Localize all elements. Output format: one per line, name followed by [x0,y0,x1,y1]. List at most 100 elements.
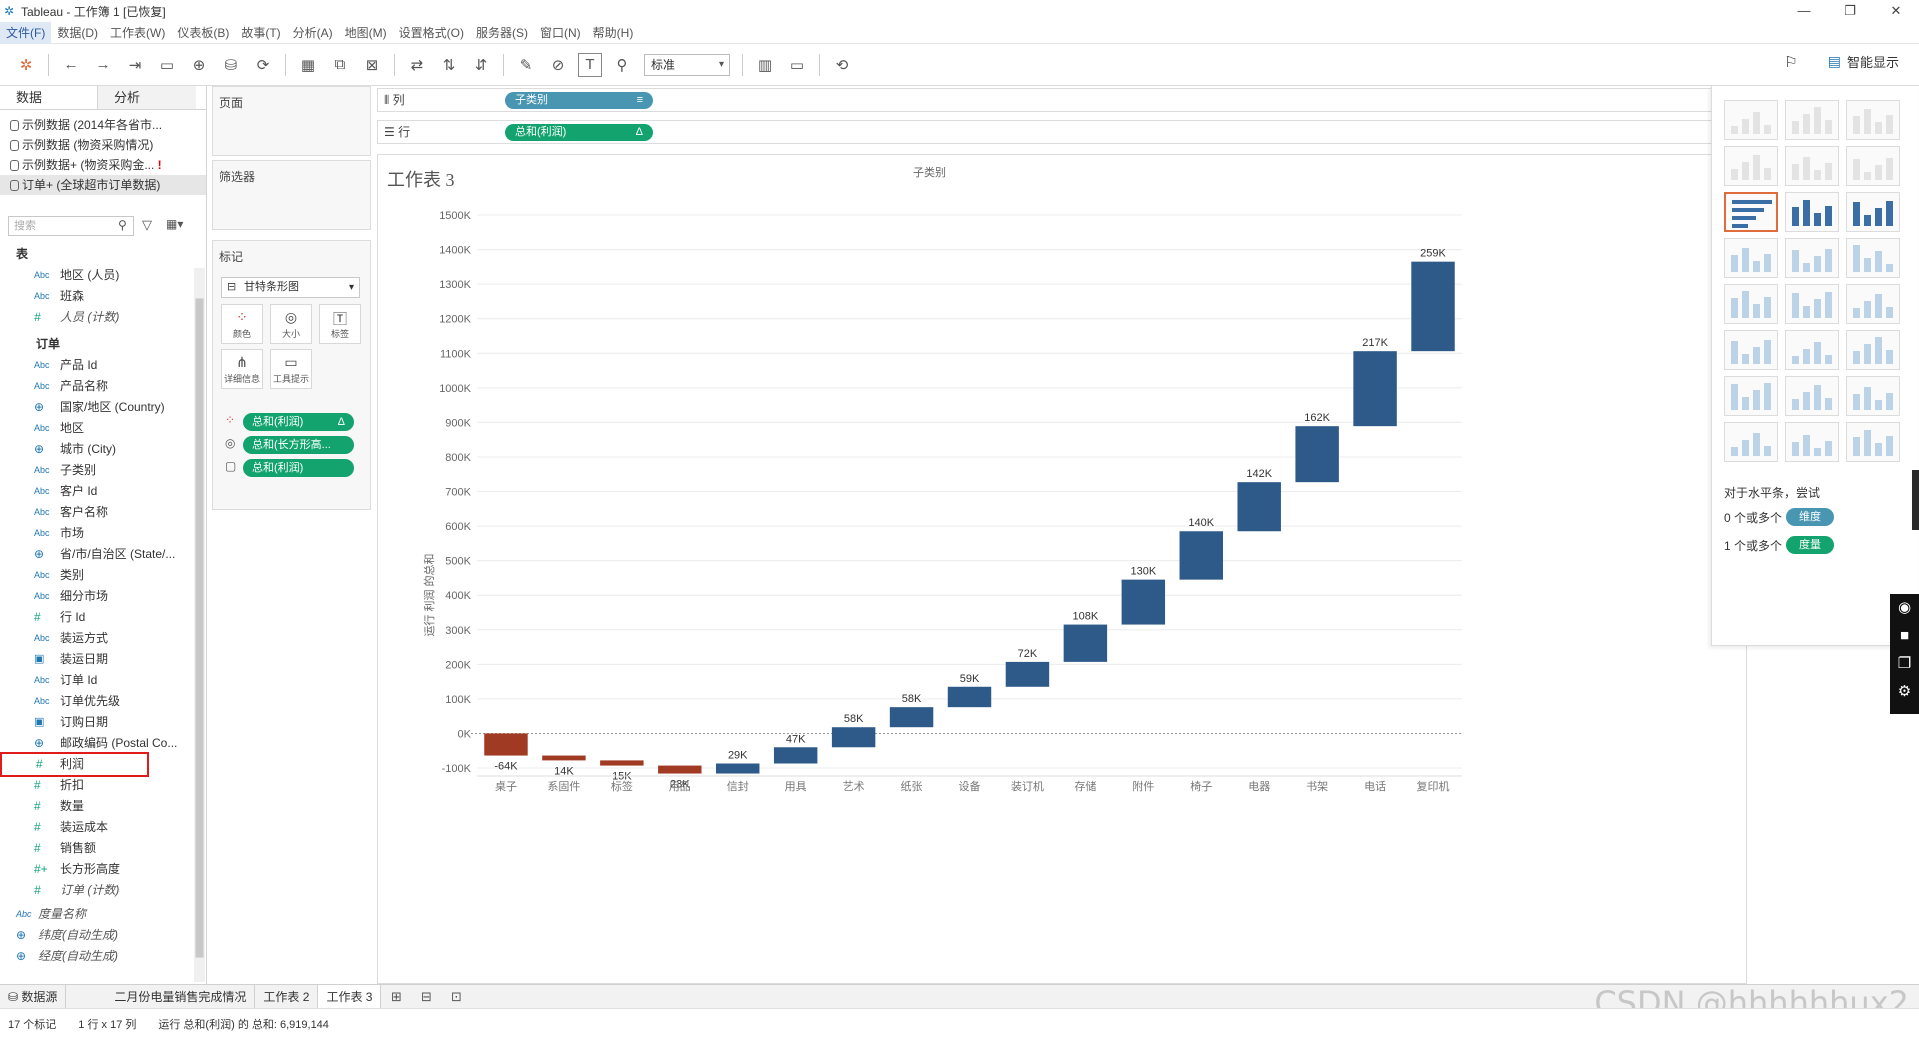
smart-show-button[interactable]: ⚐ ▤ 智能显示 [1784,52,1899,71]
show-me-chart-option[interactable] [1785,238,1839,278]
show-me-chart-option[interactable] [1724,100,1778,140]
menu-help[interactable]: 帮助(H) [587,22,640,44]
show-me-chart-option[interactable] [1846,146,1900,186]
field-item[interactable]: Abc 产品 Id [0,355,194,376]
mark-pill-label[interactable]: 总和(利润) [243,459,354,477]
show-me-chart-option[interactable] [1846,422,1900,462]
menu-analysis[interactable]: 分析(A) [287,22,339,44]
datasource-item[interactable]: 示例数据 (2014年各省市... [0,115,206,135]
menu-data[interactable]: 数据(D) [51,22,104,44]
field-item[interactable]: Abc 订单优先级 [0,691,194,712]
show-me-chart-option[interactable] [1785,100,1839,140]
minimize-icon[interactable]: — [1781,0,1827,22]
show-me-chart-option[interactable] [1724,192,1778,232]
field-list-scrollbar[interactable] [194,268,205,982]
field-item[interactable]: ⊕ 国家/地区 (Country) [0,397,194,418]
mark-pill-color[interactable]: 总和(利润) Δ [243,413,354,431]
presentation-icon[interactable]: ▭ [785,53,809,77]
group-icon[interactable]: ⊘ [546,53,570,77]
new-dashboard-tab-icon[interactable]: ⊟ [411,989,441,1005]
show-me-chart-option[interactable] [1785,146,1839,186]
datasource-item[interactable]: 订单+ (全球超市订单数据) [0,175,206,195]
show-me-chart-option[interactable] [1785,284,1839,324]
filters-card[interactable]: 筛选器 [212,160,371,230]
video-icon[interactable]: ■ [1890,622,1919,650]
search-input[interactable]: 搜索 [8,216,134,236]
tab-datasource[interactable]: ⛁ 数据源 [0,984,67,1009]
menu-map[interactable]: 地图(M) [339,22,393,44]
menu-window[interactable]: 窗口(N) [534,22,587,44]
field-item[interactable]: ⊕ 经度(自动生成) [0,946,194,967]
new-worksheet-icon[interactable]: ▦ [296,53,320,77]
datasource-item[interactable]: 示例数据 (物资采购情况) [0,135,206,155]
fit-dropdown[interactable]: 标准 [644,53,730,76]
field-item[interactable]: Abc 子类别 [0,460,194,481]
field-item[interactable]: Abc 市场 [0,523,194,544]
rows-shelf[interactable]: ☰ 行 总和(利润) Δ [377,120,1713,144]
show-me-chart-option[interactable] [1724,330,1778,370]
label-button[interactable]: 🅃 标签 [319,304,361,344]
field-item[interactable]: Abc 装运方式 [0,628,194,649]
field-item[interactable]: # 装运成本 [0,817,194,838]
waterfall-chart[interactable]: -100K 0K 100K 200K 300K 400K 500K 600K 700K 800K 9… [377,165,1467,980]
show-me-chart-option[interactable] [1846,238,1900,278]
field-item[interactable]: Abc 客户名称 [0,502,194,523]
show-me-chart-option[interactable] [1846,100,1900,140]
menu-dashboard[interactable]: 仪表板(B) [171,22,235,44]
redo-icon[interactable]: → [91,53,115,77]
field-item[interactable]: # 订单 (计数) [0,880,194,901]
search-icon[interactable]: ⚲ [118,218,127,232]
show-labels-icon[interactable]: T [578,52,602,77]
window-icon[interactable]: ❐ [1890,650,1919,678]
field-item[interactable]: #+ 长方形高度 [0,859,194,880]
field-item[interactable]: # 销售额 [0,838,194,859]
share-icon[interactable]: ⟲ [830,53,854,77]
show-me-chart-option[interactable] [1785,330,1839,370]
mark-type-dropdown[interactable]: 甘特条形图 [221,277,360,298]
swap-axes-icon[interactable]: ⇄ [405,53,429,77]
new-worksheet-tab-icon[interactable]: ⊞ [381,989,411,1005]
menu-format[interactable]: 设置格式(O) [393,22,470,44]
size-button[interactable]: ◎ 大小 [270,304,312,344]
new-datasource-icon[interactable]: ⊕ [187,53,211,77]
restore-icon[interactable]: ❐ [1827,0,1873,22]
menu-worksheet[interactable]: 工作表(W) [104,22,171,44]
new-story-tab-icon[interactable]: ⊡ [441,989,471,1005]
field-item[interactable]: Abc 客户 Id [0,481,194,502]
field-item[interactable]: ⊕ 城市 (City) [0,439,194,460]
color-button[interactable]: ⁘ 颜色 [221,304,263,344]
tooltip-button[interactable]: ▭ 工具提示 [270,349,312,389]
tooltip-pin-icon[interactable]: ⚐ [1784,53,1797,71]
field-item[interactable]: ⊕ 邮政编码 (Postal Co... [0,733,194,754]
show-me-chart-option[interactable] [1724,238,1778,278]
menu-story[interactable]: 故事(T) [235,22,286,44]
field-item[interactable]: Abc 产品名称 [0,376,194,397]
view-toggle-icon[interactable]: ▦▾ [166,217,183,231]
pause-update-icon[interactable]: ⛁ [219,53,243,77]
columns-shelf[interactable]: ⦀ 列 子类别 ≡ [377,88,1713,112]
show-me-chart-option[interactable] [1785,422,1839,462]
field-item[interactable]: ▣ 订购日期 [0,712,194,733]
tab-sheet-3[interactable]: 工作表 3 [318,984,382,1009]
show-cards-icon[interactable]: ▥ [753,53,777,77]
datasource-item[interactable]: 示例数据+ (物资采购金... ! [0,155,206,175]
highlight-icon[interactable]: ✎ [514,53,538,77]
clear-sheet-icon[interactable]: ⊠ [360,53,384,77]
show-me-chart-option[interactable] [1724,422,1778,462]
field-item[interactable]: Abc 细分市场 [0,586,194,607]
field-item[interactable]: ⊕ 省/市/自治区 (State/... [0,544,194,565]
field-item[interactable]: # 数量 [0,796,194,817]
replay-icon[interactable]: ⇥ [123,53,147,77]
menu-server[interactable]: 服务器(S) [470,22,534,44]
settings-gear-icon[interactable]: ⚙ [1890,678,1919,706]
columns-pill[interactable]: 子类别 ≡ [505,92,653,109]
tableau-home-icon[interactable]: ✲ [14,53,38,77]
show-me-chart-option[interactable] [1724,284,1778,324]
filter-icon[interactable]: ▽ [142,217,152,233]
show-me-chart-option[interactable] [1785,376,1839,416]
show-me-chart-option[interactable] [1724,376,1778,416]
tab-sheet-1[interactable]: 二月份电量销售完成情况 [106,984,256,1009]
tab-data[interactable]: 数据 [0,86,98,109]
detail-button[interactable]: ⋔ 详细信息 [221,349,263,389]
show-me-chart-option[interactable] [1846,376,1900,416]
